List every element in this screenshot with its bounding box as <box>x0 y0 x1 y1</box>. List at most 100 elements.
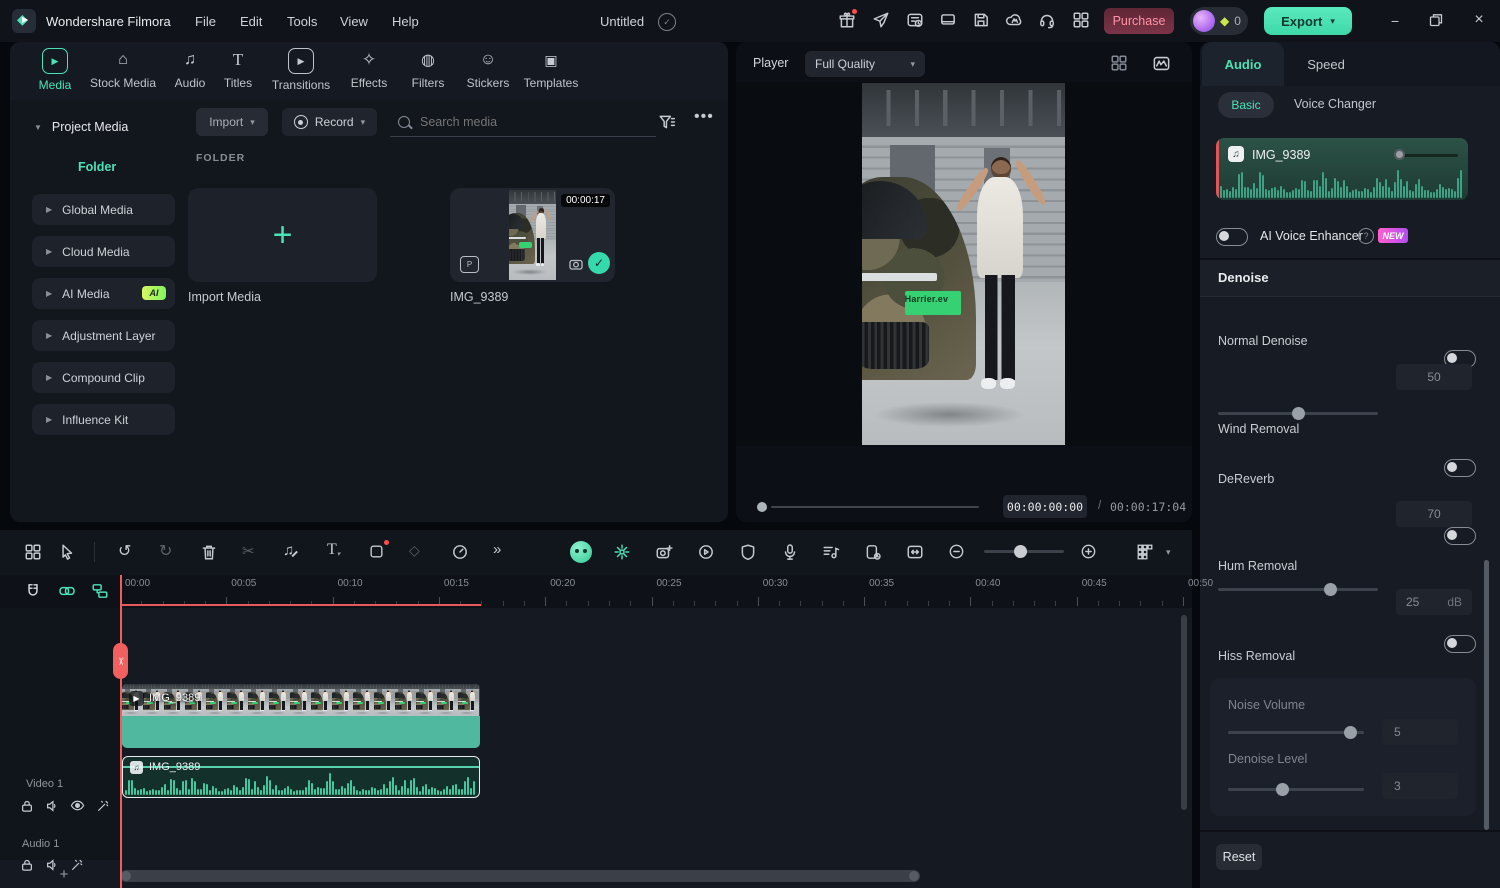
import-button[interactable]: Import ▾ <box>196 108 268 136</box>
export-button[interactable]: Export ▾ <box>1264 7 1352 35</box>
normal-denoise-value[interactable]: 50 <box>1396 364 1472 390</box>
help-icon[interactable]: ? <box>1358 228 1374 244</box>
import-media-card[interactable]: + <box>188 188 377 282</box>
subtab-voice-changer[interactable]: Voice Changer <box>1294 97 1376 111</box>
sidebar-item-ai-media[interactable]: ▶ AI Media AI <box>32 278 175 309</box>
sidebar-item-compound-clip[interactable]: ▶ Compound Clip <box>32 362 175 393</box>
snap-magnet-icon[interactable] <box>24 582 42 600</box>
purchase-button[interactable]: Purchase <box>1104 8 1174 34</box>
tab-stock-media[interactable]: ⌂ Stock Media <box>86 48 160 90</box>
filter-icon[interactable] <box>658 113 676 131</box>
audio-clip[interactable]: ♫ IMG_9389 <box>122 756 480 798</box>
support-headset-icon[interactable] <box>1038 11 1056 29</box>
search-input[interactable] <box>418 114 632 130</box>
preview-render-icon[interactable] <box>697 543 715 561</box>
toolbox-icon[interactable] <box>24 543 42 561</box>
minimize-button[interactable]: − <box>1386 12 1404 30</box>
playhead-line[interactable] <box>120 575 122 888</box>
record-button[interactable]: Record ▾ <box>282 108 377 136</box>
dereverb-knob[interactable] <box>1324 583 1337 596</box>
clip-volume-knob[interactable] <box>1394 149 1405 160</box>
multiview-icon[interactable] <box>1110 54 1128 72</box>
tab-transitions[interactable]: ▶ Transitions <box>265 48 337 92</box>
auto-ripple-icon[interactable] <box>91 582 109 600</box>
sidebar-item-cloud-media[interactable]: ▶ Cloud Media <box>32 236 175 267</box>
speed-ramp-icon[interactable] <box>451 543 469 561</box>
menu-tools[interactable]: Tools <box>287 14 317 29</box>
playhead-handle[interactable]: ✂ <box>113 643 128 679</box>
timeline-zoom-slider[interactable] <box>984 545 1064 558</box>
ai-voice-enhancer-toggle[interactable] <box>1216 228 1248 246</box>
zoom-in-icon[interactable] <box>1080 543 1097 560</box>
screen-record-icon[interactable] <box>655 543 673 561</box>
noise-volume-slider[interactable] <box>1228 726 1364 739</box>
more-options-icon[interactable]: ••• <box>694 108 714 126</box>
menu-view[interactable]: View <box>340 14 368 29</box>
sidebar-item-adjustment-layer[interactable]: ▶ Adjustment Layer <box>32 320 175 351</box>
menu-help[interactable]: Help <box>392 14 419 29</box>
split-scissors-icon[interactable]: ✂ <box>242 542 255 560</box>
wind-removal-toggle[interactable] <box>1444 459 1476 477</box>
close-button[interactable]: × <box>1470 11 1488 29</box>
track-manager-chevron-icon[interactable]: ▾ <box>1166 548 1171 557</box>
redo-icon[interactable]: ↻ <box>159 541 172 561</box>
denoise-level-slider[interactable] <box>1228 783 1364 796</box>
dereverb-toggle[interactable] <box>1444 527 1476 545</box>
hum-removal-toggle[interactable] <box>1444 635 1476 653</box>
dereverb-slider[interactable] <box>1218 583 1378 596</box>
save-icon[interactable] <box>972 11 990 29</box>
undo-icon[interactable]: ↺ <box>118 541 131 561</box>
keyframe-icon[interactable]: ◇ <box>409 542 420 559</box>
hide-track-icon[interactable] <box>70 798 85 813</box>
track-manager-icon[interactable] <box>1136 543 1154 561</box>
quality-dropdown[interactable]: Full Quality ▾ <box>805 51 925 77</box>
sidebar-project-media[interactable]: ▼ Project Media <box>22 112 182 142</box>
scrubber-track[interactable] <box>771 506 979 508</box>
timeline-zoom-knob[interactable] <box>1014 545 1027 558</box>
fit-timeline-icon[interactable] <box>906 543 924 561</box>
audio-stretch-icon[interactable] <box>822 543 840 561</box>
denoise-level-value[interactable]: 3 <box>1382 773 1458 799</box>
magic-wand-icon[interactable] <box>70 858 84 872</box>
tab-templates[interactable]: ▣ Templates <box>518 48 584 91</box>
mask-shield-icon[interactable] <box>739 543 757 561</box>
menu-edit[interactable]: Edit <box>240 14 262 29</box>
tab-effects[interactable]: ✧ Effects <box>344 48 394 90</box>
tab-speed-panel[interactable]: Speed <box>1296 42 1356 86</box>
select-tool-icon[interactable] <box>58 543 76 561</box>
audio-edit-icon[interactable]: ♫ <box>283 542 298 559</box>
video-preview[interactable]: Harrier.ev <box>862 83 1065 445</box>
lock-icon[interactable] <box>20 798 34 813</box>
more-tools-icon[interactable]: » <box>493 541 501 558</box>
lock-icon[interactable] <box>20 858 34 872</box>
sidebar-item-influence-kit[interactable]: ▶ Influence Kit <box>32 404 175 435</box>
copilot-icon[interactable] <box>570 541 592 563</box>
tab-audio-panel[interactable]: Audio <box>1202 42 1284 86</box>
avatar[interactable] <box>1193 10 1215 32</box>
zoom-out-icon[interactable] <box>948 543 965 560</box>
share-icon[interactable] <box>872 11 890 29</box>
scrubber-handle[interactable] <box>757 502 767 512</box>
render-queue-icon[interactable] <box>906 11 924 29</box>
scopes-icon[interactable] <box>1152 54 1171 73</box>
text-tool-icon[interactable]: T ▾ <box>327 541 340 559</box>
cloud-upload-icon[interactable] <box>1005 11 1023 29</box>
record-frame-icon[interactable] <box>368 543 385 560</box>
sidebar-folder[interactable]: Folder <box>78 160 116 174</box>
sidebar-item-global-media[interactable]: ▶ Global Media <box>32 194 175 225</box>
dereverb-value[interactable]: 70 <box>1396 501 1472 527</box>
tab-stickers[interactable]: ☺ Stickers <box>460 48 516 90</box>
smart-cut-icon[interactable] <box>613 543 631 561</box>
magic-wand-icon[interactable] <box>96 798 110 813</box>
add-track-button[interactable]: + <box>56 866 72 883</box>
keyboard-shortcut-icon[interactable] <box>939 11 957 29</box>
search-box[interactable] <box>390 108 656 137</box>
link-clips-icon[interactable] <box>58 582 76 600</box>
tab-filters[interactable]: ◍ Filters <box>403 48 453 90</box>
account-coin-pill[interactable]: ◆ 0 <box>1190 7 1248 35</box>
reset-button[interactable]: Reset <box>1216 844 1262 870</box>
mute-icon[interactable] <box>45 798 59 813</box>
panel-scrollbar[interactable] <box>1484 560 1489 830</box>
timeline-horizontal-scrollbar[interactable] <box>120 870 920 882</box>
normal-denoise-knob[interactable] <box>1292 407 1305 420</box>
